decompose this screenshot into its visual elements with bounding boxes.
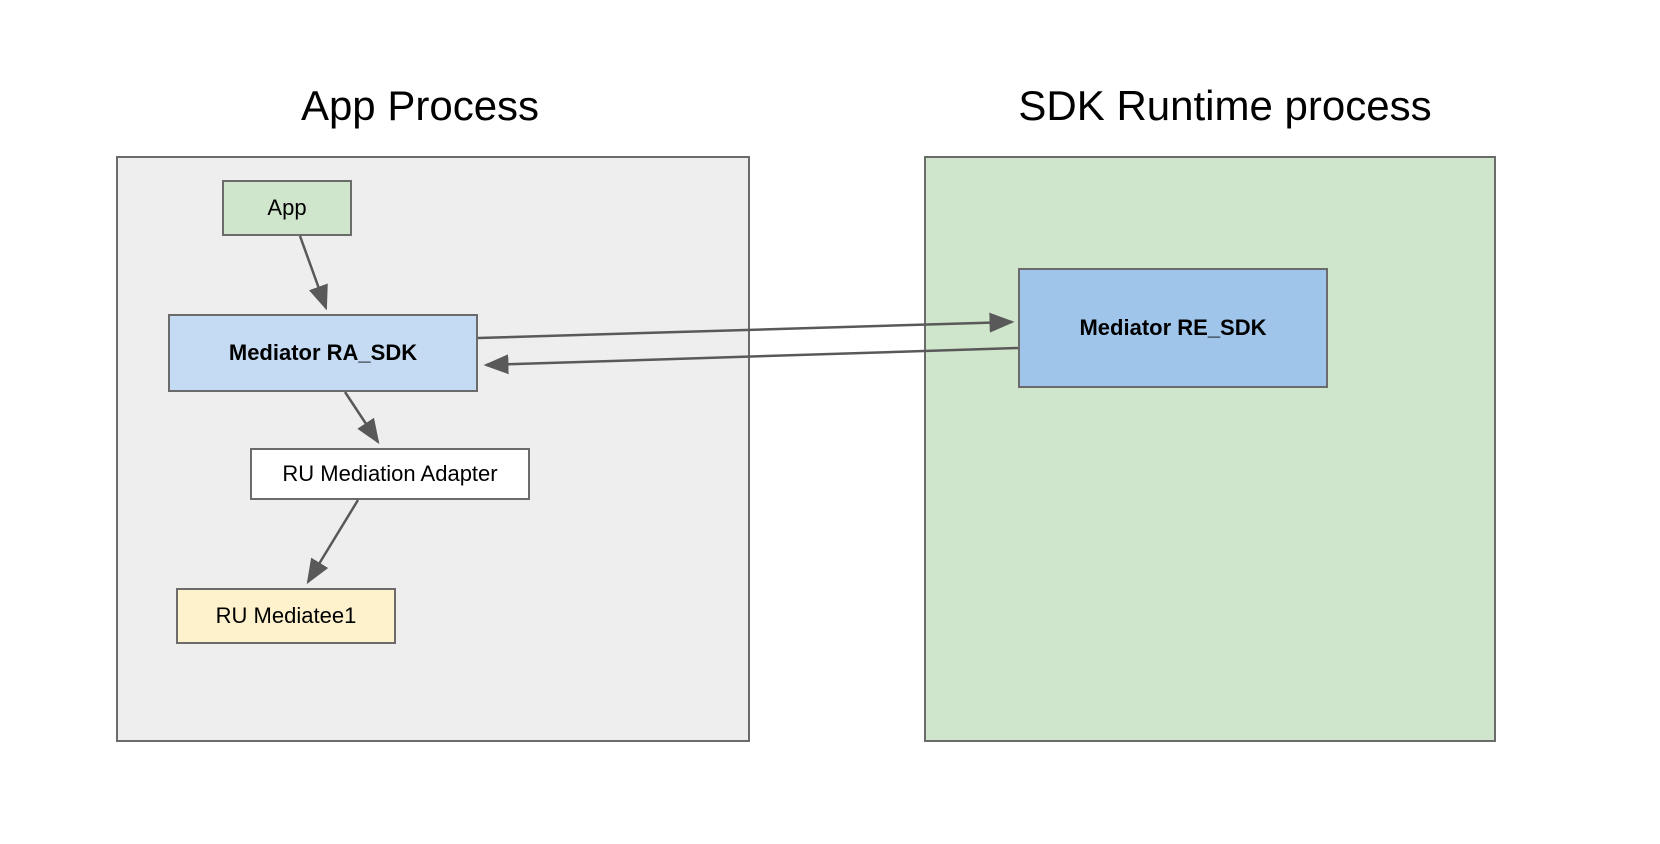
mediator-ra-sdk-label: Mediator RA_SDK <box>229 340 417 366</box>
ru-mediation-adapter-label: RU Mediation Adapter <box>282 461 497 487</box>
mediator-re-sdk-box: Mediator RE_SDK <box>1018 268 1328 388</box>
mediator-re-sdk-label: Mediator RE_SDK <box>1079 315 1266 341</box>
sdk-runtime-container <box>924 156 1496 742</box>
ru-mediatee1-box: RU Mediatee1 <box>176 588 396 644</box>
app-label: App <box>267 195 306 221</box>
app-process-title: App Process <box>220 82 620 130</box>
app-box: App <box>222 180 352 236</box>
ru-mediatee1-label: RU Mediatee1 <box>216 603 357 629</box>
mediator-ra-sdk-box: Mediator RA_SDK <box>168 314 478 392</box>
sdk-runtime-title: SDK Runtime process <box>925 82 1525 130</box>
ru-mediation-adapter-box: RU Mediation Adapter <box>250 448 530 500</box>
